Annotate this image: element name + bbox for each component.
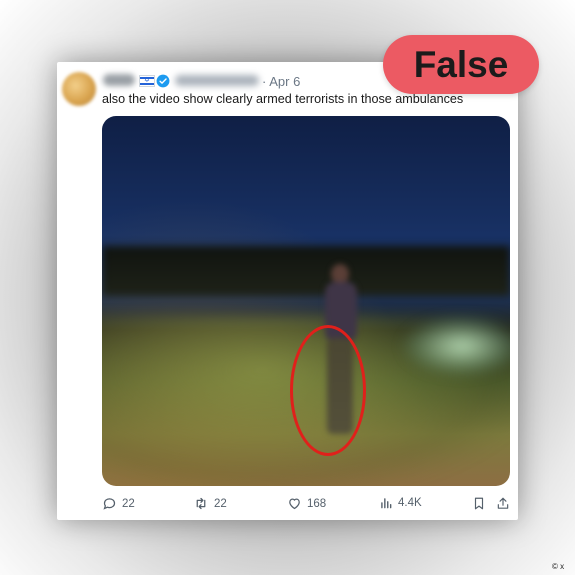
like-count: 168 xyxy=(307,497,327,510)
blurred-handle xyxy=(175,75,259,86)
tweet-action-bar: 22 22 168 4.4K xyxy=(102,496,512,512)
repost-button[interactable]: 22 xyxy=(193,496,227,511)
video-headlight-glow xyxy=(402,316,510,376)
false-verdict-badge: False xyxy=(383,35,539,94)
israel-flag-icon: ✡ xyxy=(139,75,155,87)
heart-icon xyxy=(289,498,300,510)
repost-count: 22 xyxy=(214,497,227,510)
bookmark-icon[interactable] xyxy=(472,496,486,511)
reply-count: 22 xyxy=(122,497,135,510)
tweet-date[interactable]: · Apr 6 xyxy=(262,74,300,89)
blurred-display-name xyxy=(103,74,135,86)
reply-icon xyxy=(103,498,116,510)
copyright-notice: © x xyxy=(552,562,565,571)
views-button[interactable]: 4.4K xyxy=(379,496,422,510)
video-treeline xyxy=(102,246,510,296)
avatar[interactable] xyxy=(62,72,96,106)
tweet-text: also the video show clearly armed terror… xyxy=(102,92,464,106)
red-highlight-circle xyxy=(290,325,366,456)
reply-button[interactable]: 22 xyxy=(102,496,135,511)
verified-badge-icon xyxy=(156,74,170,88)
date-label: Apr 6 xyxy=(269,74,301,89)
repost-icon xyxy=(196,497,206,510)
tweet-video[interactable] xyxy=(102,116,510,486)
like-button[interactable]: 168 xyxy=(287,496,326,511)
views-count: 4.4K xyxy=(398,497,422,509)
date-separator: · xyxy=(262,74,267,89)
person-head xyxy=(331,264,349,284)
views-chart-icon xyxy=(381,498,392,509)
share-icon[interactable] xyxy=(496,496,510,511)
